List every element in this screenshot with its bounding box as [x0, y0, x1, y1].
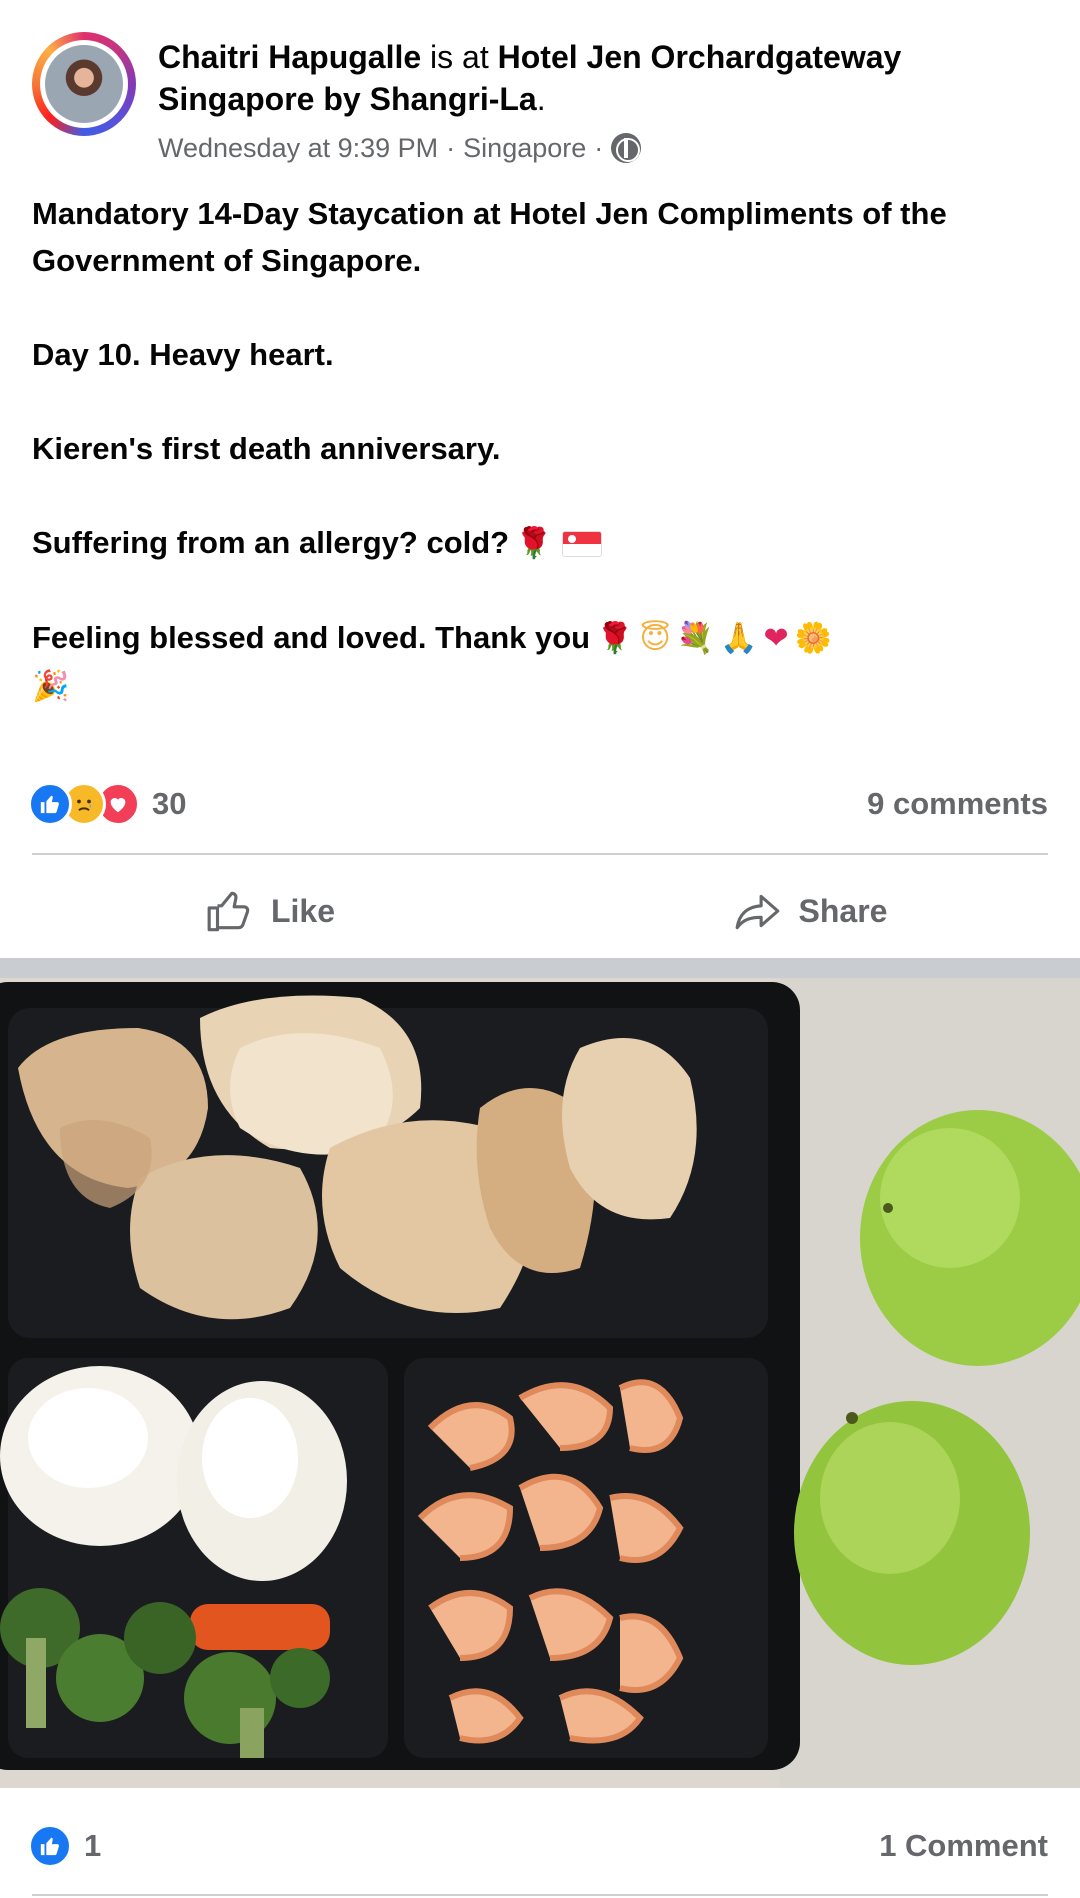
rose-emoji-icon: 🌹 [596, 621, 634, 656]
avatar-photo [45, 45, 123, 123]
reaction-count[interactable]: 1 [84, 1828, 101, 1864]
avatar-frame [40, 40, 128, 128]
meta-separator: · [446, 133, 456, 163]
share-button[interactable]: Share [540, 866, 1080, 956]
like-reaction-icon[interactable] [28, 782, 72, 826]
post-paragraph: Kieren's first death anniversary. [32, 431, 501, 466]
post-body: Mandatory 14-Day Staycation at Hotel Jen… [32, 190, 1052, 710]
globe-icon [611, 133, 642, 163]
bouquet-emoji-icon: 💐 [676, 621, 715, 656]
post-author-line: Chaitri Hapugalle is at Hotel Jen Orchar… [158, 36, 1058, 120]
meal-photo[interactable] [0, 978, 1080, 1788]
reaction-count[interactable]: 30 [152, 786, 186, 822]
share-label: Share [798, 892, 888, 929]
is-at-text: is at [430, 39, 489, 75]
reactions-row: 30 9 comments [28, 780, 1048, 828]
share-arrow-icon [735, 894, 779, 930]
post-meta: Wednesday at 9:39 PM · Singapore · [158, 128, 642, 168]
post-paragraph-text: Suffering from an allergy? cold? [32, 525, 510, 560]
meta-separator: · [594, 133, 604, 163]
singapore-flag-icon [562, 531, 603, 557]
post-paragraph-emoji: Feeling blessed and loved. Thank you 🌹 😇 💐 🙏… [32, 614, 1052, 710]
heart-emoji-icon: ❤ [763, 621, 789, 656]
flower-emoji-icon: 🌼 [794, 621, 832, 656]
thumbs-up-icon [207, 891, 250, 932]
rose-emoji-icon: 🌹 [515, 526, 553, 561]
divider [32, 853, 1048, 855]
avatar[interactable] [32, 32, 136, 136]
post-paragraph-text: Feeling blessed and loved. Thank you [32, 620, 591, 655]
post-header: Chaitri Hapugalle is at Hotel Jen Orchar… [32, 32, 1052, 172]
author-name[interactable]: Chaitri Hapugalle [158, 39, 421, 75]
party-emoji-icon: 🎉 [32, 669, 70, 704]
like-button[interactable]: Like [0, 866, 540, 956]
post-paragraph: Mandatory 14-Day Staycation at Hotel Jen… [32, 196, 947, 278]
pray-emoji-icon: 🙏 [720, 621, 758, 656]
place-period: . [536, 81, 546, 117]
like-reaction-icon[interactable] [28, 1824, 72, 1868]
next-post-reactions: 1 1 Comment [28, 1822, 1048, 1870]
like-label: Like [270, 892, 336, 929]
divider [32, 1894, 1048, 1896]
post-paragraph-emoji: Suffering from an allergy? cold? 🌹 [32, 519, 1052, 567]
feed-separator [0, 958, 1080, 978]
action-bar: Like Share [0, 866, 1080, 956]
post-location[interactable]: Singapore [463, 128, 586, 168]
meal-photo-illustration [0, 978, 1080, 1788]
halo-emoji-icon: 😇 [639, 621, 671, 656]
comments-count[interactable]: 9 comments [867, 786, 1048, 822]
post-paragraph: Day 10. Heavy heart. [32, 337, 334, 372]
comments-count[interactable]: 1 Comment [879, 1828, 1048, 1864]
post-timestamp[interactable]: Wednesday at 9:39 PM [158, 128, 438, 168]
